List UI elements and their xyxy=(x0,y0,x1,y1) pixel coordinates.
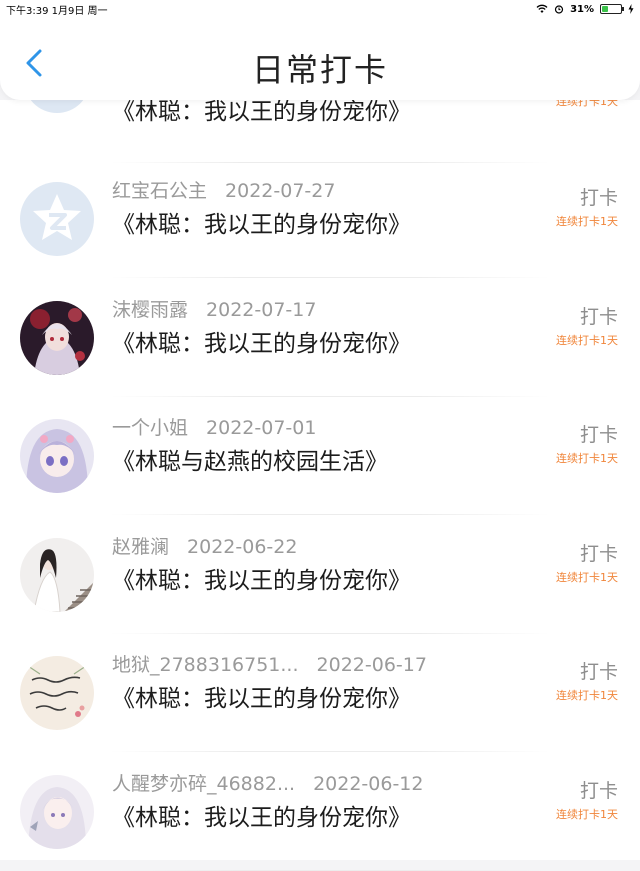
book-title[interactable]: 《林聪：我以王的身份宠你》 xyxy=(112,679,411,713)
battery-fill xyxy=(602,6,608,12)
checkin-date: 2022-07-17 xyxy=(206,298,317,321)
streak-label: 连续打卡1天 xyxy=(556,689,618,702)
list-item[interactable]: 沫樱雨露 2022-07-17 《林聪：我以王的身份宠你》 打卡连续打卡1天 xyxy=(0,279,640,397)
charging-bolt-icon xyxy=(628,4,634,14)
username[interactable]: 人醒梦亦碎_46882... xyxy=(112,773,295,795)
checkin-button[interactable]: 打卡 xyxy=(580,539,618,566)
streak-label: 连续打卡1天 xyxy=(556,215,618,228)
status-time-date: 下午3:39 1月9日 周一 xyxy=(6,5,108,17)
battery-icon xyxy=(600,4,624,14)
book-title[interactable]: 《林聪：我以王的身份宠你》 xyxy=(112,561,411,595)
book-title[interactable]: 《林聪：我以王的身份宠你》 xyxy=(112,324,411,358)
status-bar: 下午3:39 1月9日 周一 31% xyxy=(0,0,640,18)
checkin-date: 2022-06-12 xyxy=(313,772,424,795)
nav-header: 日常打卡 xyxy=(0,18,640,100)
username[interactable]: 一个小姐 xyxy=(112,417,188,439)
username[interactable]: 沫樱雨露 xyxy=(112,299,188,321)
streak-label: 连续打卡1天 xyxy=(556,333,618,347)
list-item[interactable]: 赵雅澜 2022-06-22 《林聪：我以王的身份宠你》 打卡连续打卡1天 xyxy=(0,516,640,634)
checkin-list: 《林聪：我以王的身份宠你》 连续打卡1天 红宝石公主 2022-07-27 《林聪：… xyxy=(0,47,640,871)
checkin-button[interactable]: 打卡 xyxy=(580,420,618,447)
status-right: 31% xyxy=(536,4,634,15)
book-title[interactable]: 《林聪：我以王的身份宠你》 xyxy=(112,205,411,239)
user-meta: 赵雅澜 2022-06-22 xyxy=(112,532,297,559)
alarm-icon xyxy=(554,5,564,14)
checkin-date: 2022-07-27 xyxy=(225,180,336,202)
username[interactable]: 赵雅澜 xyxy=(112,536,169,558)
user-meta: 沫樱雨露 2022-07-17 xyxy=(112,295,316,322)
book-title[interactable]: 《林聪与赵燕的校园生活》 xyxy=(112,442,388,476)
checkin-button[interactable]: 打卡 xyxy=(580,776,618,803)
streak-label: 连续打卡1天 xyxy=(556,452,618,465)
user-meta: 一个小姐 2022-07-01 xyxy=(112,413,316,440)
streak-label: 连续打卡1天 xyxy=(556,807,618,821)
row-divider xyxy=(110,869,550,871)
list-item[interactable]: 红宝石公主 2022-07-27 《林聪：我以王的身份宠你》 打卡连续打卡1天 xyxy=(0,160,640,278)
list-item[interactable]: 地狱_2788316751... 2022-06-17 《林聪：我以王的身份宠你》 打… xyxy=(0,634,640,752)
user-meta: 红宝石公主 2022-07-27 xyxy=(112,176,335,203)
avatar[interactable] xyxy=(20,774,94,849)
username[interactable]: 红宝石公主 xyxy=(112,180,207,202)
page-title: 日常打卡 xyxy=(251,51,388,89)
user-meta: 地狱_2788316751... 2022-06-17 xyxy=(112,650,427,677)
avatar[interactable] xyxy=(20,537,94,612)
checkin-date: 2022-06-17 xyxy=(316,654,427,676)
avatar[interactable] xyxy=(20,300,94,375)
avatar[interactable] xyxy=(20,182,94,256)
streak-label: 连续打卡1天 xyxy=(556,570,618,584)
checkin-button[interactable]: 打卡 xyxy=(580,183,618,210)
checkin-date: 2022-06-22 xyxy=(187,535,298,558)
battery-percent: 31% xyxy=(570,3,594,15)
avatar[interactable] xyxy=(20,419,94,493)
wifi-icon xyxy=(536,4,548,13)
checkin-button[interactable]: 打卡 xyxy=(580,657,618,684)
checkin-date: 2022-07-01 xyxy=(206,417,317,439)
checkin-button[interactable]: 打卡 xyxy=(580,302,618,329)
list-item[interactable]: 一个小姐 2022-07-01 《林聪与赵燕的校园生活》 打卡连续打卡1天 xyxy=(0,397,640,515)
username[interactable]: 地狱_2788316751... xyxy=(112,654,299,676)
user-meta: 人醒梦亦碎_46882... 2022-06-12 xyxy=(112,769,423,796)
book-title[interactable]: 《林聪：我以王的身份宠你》 xyxy=(112,798,411,832)
avatar[interactable] xyxy=(20,656,94,730)
